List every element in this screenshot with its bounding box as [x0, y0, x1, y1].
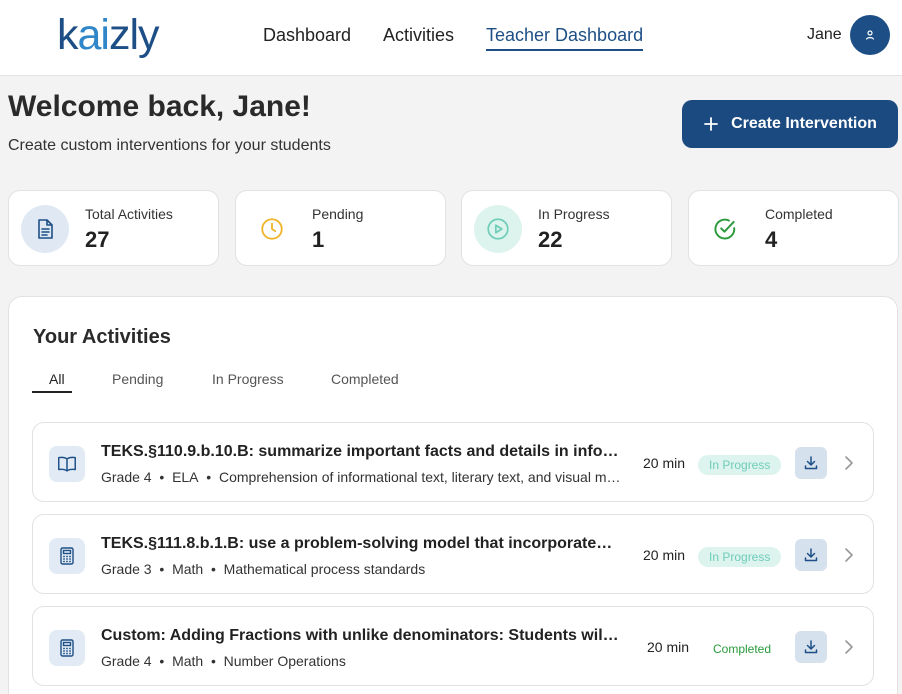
activity-meta: Grade 3 • Math • Mathematical process st…	[101, 561, 426, 577]
stat-label: Pending	[312, 206, 364, 222]
plus-icon	[704, 117, 718, 131]
download-icon	[804, 640, 818, 654]
chevron-right-icon	[845, 456, 853, 470]
download-icon	[804, 548, 818, 562]
activity-subject: ELA	[172, 469, 199, 485]
download-button[interactable]	[795, 631, 827, 663]
status-badge: In Progress	[698, 547, 782, 567]
stat-card-completed: Completed 4	[688, 190, 899, 266]
play-icon	[474, 205, 522, 253]
nav-active-underline	[486, 49, 644, 51]
stat-value: 27	[85, 227, 110, 252]
document-icon	[21, 205, 69, 253]
activity-duration: 20 min	[647, 639, 690, 655]
stat-label: Total Activities	[85, 206, 173, 222]
stat-card-total-activities: Total Activities 27	[8, 190, 219, 266]
activity-row[interactable]: TEKS.§111.8.b.1.B: use a problem-solving…	[32, 514, 874, 594]
activity-duration: 20 min	[643, 455, 686, 471]
activity-grade: Grade 4	[101, 469, 152, 485]
activity-grade: Grade 4	[101, 653, 152, 669]
create-intervention-label: Create Intervention	[731, 115, 877, 132]
top-header: kaizly Dashboard Activities Teacher Dash…	[0, 0, 902, 76]
nav-activities[interactable]: Activities	[383, 25, 454, 46]
clock-icon	[248, 205, 296, 253]
stat-value: 22	[538, 227, 563, 252]
nav-teacher-dashboard-label: Teacher Dashboard	[486, 25, 644, 45]
chevron-right-icon	[845, 640, 853, 654]
stat-card-pending: Pending 1	[235, 190, 446, 266]
user-icon	[865, 30, 875, 40]
nav-teacher-dashboard[interactable]: Teacher Dashboard	[486, 25, 644, 51]
tab-in-progress[interactable]: In Progress	[212, 371, 284, 387]
activities-title: Your Activities	[33, 326, 171, 348]
tab-all[interactable]: All	[49, 371, 65, 387]
stat-card-in-progress: In Progress 22	[461, 190, 672, 266]
calculator-icon	[49, 538, 85, 574]
tab-completed[interactable]: Completed	[331, 371, 399, 387]
stat-value: 1	[312, 227, 325, 252]
book-icon	[49, 446, 85, 482]
activity-subject: Math	[172, 653, 204, 669]
activity-title: Custom: Adding Fractions with unlike den…	[101, 627, 621, 644]
user-name: Jane	[807, 26, 842, 43]
activity-title: TEKS.§111.8.b.1.B: use a problem-solving…	[101, 535, 621, 552]
status-badge: In Progress	[698, 455, 782, 475]
stat-label: Completed	[765, 206, 833, 222]
create-intervention-button[interactable]: Create Intervention	[682, 100, 898, 148]
activity-duration: 20 min	[643, 547, 686, 563]
activity-row[interactable]: Custom: Adding Fractions with unlike den…	[32, 606, 874, 686]
calculator-icon	[49, 630, 85, 666]
activity-standard: Comprehension of informational text, lit…	[219, 469, 621, 485]
activity-row[interactable]: TEKS.§110.9.b.10.B: summarize important …	[32, 422, 874, 502]
activity-title: TEKS.§110.9.b.10.B: summarize important …	[101, 443, 621, 460]
activity-subject: Math	[172, 561, 204, 577]
download-button[interactable]	[795, 539, 827, 571]
stat-label: In Progress	[538, 206, 610, 222]
activity-standard: Mathematical process standards	[223, 561, 426, 577]
status-badge: Completed	[713, 642, 772, 656]
kaizly-logo[interactable]: kaizly	[57, 11, 160, 60]
activity-grade: Grade 3	[101, 561, 152, 577]
download-icon	[804, 456, 818, 470]
page-title: Welcome back, Jane!	[8, 90, 311, 123]
activity-meta: Grade 4 • ELA • Comprehension of informa…	[101, 469, 621, 485]
activity-standard: Number Operations	[223, 653, 346, 669]
user-avatar[interactable]	[850, 15, 890, 55]
tab-active-underline	[32, 391, 72, 393]
nav-dashboard[interactable]: Dashboard	[263, 25, 351, 46]
check-circle-icon	[701, 205, 749, 253]
activity-meta: Grade 4 • Math • Number Operations	[101, 653, 346, 669]
chevron-right-icon	[845, 548, 853, 562]
tab-pending[interactable]: Pending	[112, 371, 163, 387]
stat-value: 4	[765, 227, 778, 252]
page-subtitle: Create custom interventions for your stu…	[8, 137, 331, 154]
download-button[interactable]	[795, 447, 827, 479]
